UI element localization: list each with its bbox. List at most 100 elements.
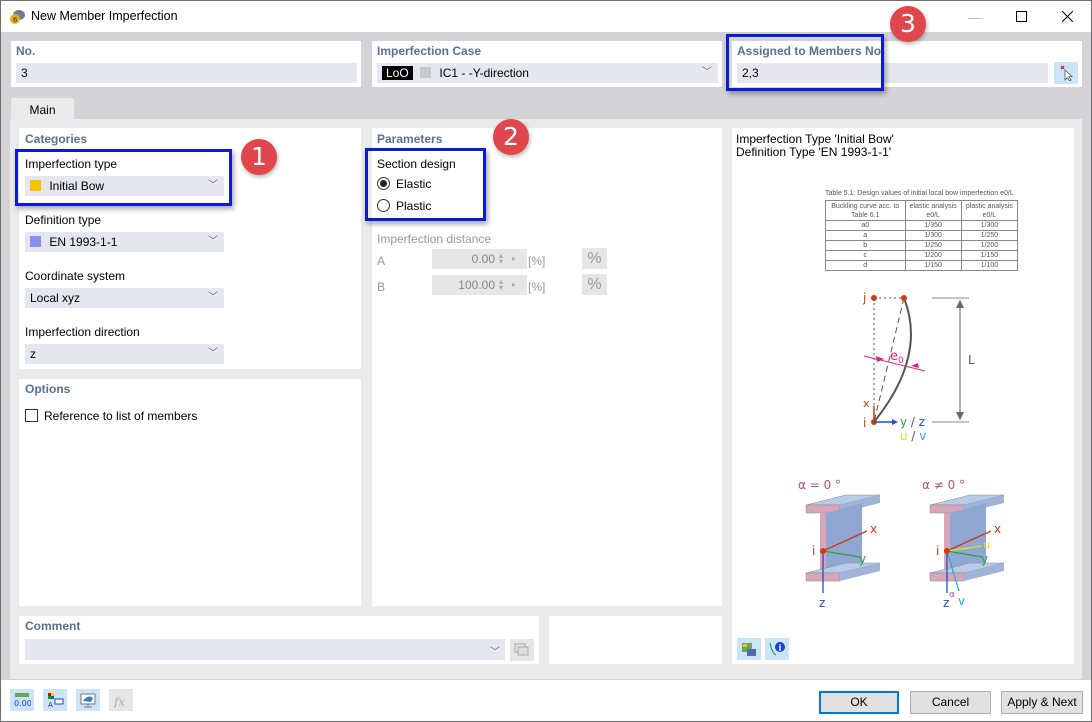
section-diagrams: α = 0 ° α ≠ 0 ° x y z i x u y z v α i [798, 478, 1005, 610]
table-cell: 1/150 [904, 260, 962, 271]
maximize-button[interactable] [998, 1, 1044, 32]
chevron-down-icon: ﹀ [208, 292, 218, 303]
imperfection-case-select[interactable]: LoO IC1 - -Y-direction ﹀ [377, 63, 718, 83]
axes-yz-label: y / z [900, 415, 925, 429]
svg-text:fx: fx [113, 695, 125, 708]
parameters-title: Parameters [377, 132, 443, 146]
comment-input[interactable] [25, 639, 505, 660]
spinner-icon: ▴ ▾ [499, 251, 504, 266]
table-cell: 1/200 [904, 250, 962, 261]
length-label: L [968, 353, 975, 367]
imperfection-direction-select[interactable]: z ﹀ [25, 344, 224, 364]
info-button[interactable]: i [765, 638, 789, 660]
table-cell: c [825, 250, 906, 261]
table-row: b 1/250 1/200 [825, 240, 1019, 251]
svg-text:i: i [779, 643, 782, 653]
no-input[interactable]: 3 [16, 63, 357, 83]
apply-next-button[interactable]: Apply & Next [1001, 691, 1083, 714]
table-header: Buckling curve acc. to Table 6.1 [825, 200, 906, 221]
ok-button[interactable]: OK [819, 691, 899, 714]
distance-a-unit: [%] [528, 254, 546, 268]
chevron-down-icon: ﹀ [208, 348, 218, 359]
imperfection-case-label: Imperfection Case [377, 44, 482, 58]
units-button[interactable]: 0.00 [10, 689, 34, 711]
units-icon: 0.00 [14, 693, 31, 708]
maximize-icon [1015, 11, 1027, 22]
cancel-button[interactable]: Cancel [910, 691, 991, 714]
alpha-zero-label: α = 0 ° [798, 478, 841, 492]
definition-type-swatch [30, 236, 41, 247]
table-row: d 1/150 1/100 [825, 260, 1019, 271]
select-members-button[interactable] [1054, 62, 1078, 84]
distance-b-label: B [377, 280, 386, 294]
svg-text:i: i [812, 544, 815, 558]
no-panel: No. 3 [11, 41, 361, 87]
svg-text:y: y [981, 552, 988, 566]
pick-cursor-icon [1060, 65, 1073, 81]
comment-panel: Comment ﹀ [19, 616, 539, 664]
close-button[interactable] [1044, 1, 1090, 32]
definition-type-value: EN 1993-1-1 [49, 235, 118, 249]
table-cell: 1/300 [904, 230, 962, 241]
annotation-box-section-design [365, 148, 486, 221]
imperfection-direction-value: z [30, 347, 36, 361]
view-button[interactable] [76, 689, 100, 711]
options-title: Options [25, 382, 71, 396]
table-header: plastic analysis e0/L [960, 200, 1019, 221]
alpha-nonzero-label: α ≠ 0 ° [922, 478, 965, 492]
distance-b-unit: [%] [528, 280, 546, 294]
svg-text:i: i [936, 544, 939, 558]
table-cell: b [825, 240, 906, 251]
table-row: a0 1/350 1/300 [825, 220, 1019, 231]
distance-b-percent-toggle[interactable]: % [582, 274, 607, 295]
minimize-button[interactable]: — [952, 1, 998, 32]
table-cell: 1/300 [960, 220, 1019, 231]
case-color-swatch [420, 67, 432, 78]
annotation-box-imperfection-type [15, 149, 232, 206]
table-row: c 1/200 1/150 [825, 250, 1019, 261]
table-cell: 1/250 [904, 240, 962, 251]
info-line-1: Imperfection Type 'Initial Bow' [736, 132, 894, 146]
annotation-badge-2: 2 [493, 119, 529, 155]
window-title: New Member Imperfection [31, 9, 178, 23]
chevron-down-icon: ﹀ [702, 67, 712, 78]
display-properties-button[interactable]: A [43, 689, 67, 711]
chevron-down-icon: ﹀ [208, 236, 218, 247]
svg-text:u: u [983, 538, 990, 551]
arrow-right-icon: ▸ [512, 254, 517, 263]
imperfection-case-panel: Imperfection Case LoO IC1 - -Y-direction… [372, 41, 722, 87]
reference-table: Buckling curve acc. to Table 6.1 elastic… [825, 200, 1019, 271]
comment-label: Comment [25, 619, 81, 633]
app-icon: 6 [10, 10, 25, 24]
table-header-row: Buckling curve acc. to Table 6.1 elastic… [825, 200, 1019, 221]
formula-button[interactable]: fx [109, 689, 133, 711]
distance-a-percent-toggle[interactable]: % [582, 248, 607, 269]
table-cell: d [825, 260, 906, 271]
table-cell: a [825, 230, 906, 241]
export-image-button[interactable] [737, 638, 761, 660]
info-panel: Imperfection Type 'Initial Bow' Definiti… [732, 128, 1074, 664]
arrow-right-icon: ▸ [512, 280, 517, 289]
categories-title: Categories [25, 132, 88, 146]
axis-x-label: x [863, 397, 870, 410]
info-line-2: Definition Type 'EN 1993-1-1' [736, 145, 892, 159]
axes-uv-label: u / v [900, 429, 926, 443]
svg-text:x: x [870, 522, 877, 536]
no-label: No. [16, 44, 36, 58]
definition-type-select[interactable]: EN 1993-1-1 ﹀ [25, 232, 224, 252]
reference-table-caption: Table 5.1: Design values of initial loca… [825, 190, 1014, 197]
options-panel: Options Reference to list of members [19, 379, 361, 606]
definition-type-label: Definition type [25, 213, 102, 227]
reference-to-list-checkbox[interactable] [25, 409, 38, 422]
comment-library-button[interactable] [510, 639, 534, 661]
node-i-label: i [863, 416, 866, 430]
annotation-badge-1: 1 [241, 139, 277, 175]
svg-text:y: y [859, 552, 866, 566]
svg-text:6: 6 [13, 16, 18, 24]
table-cell: 1/150 [960, 250, 1019, 261]
dialog-window: 6 New Member Imperfection — No. 3 Imperf… [0, 0, 1092, 722]
svg-text:v: v [958, 594, 965, 608]
coordinate-system-select[interactable]: Local xyz ﹀ [25, 288, 224, 308]
spinner-icon: ▴ ▾ [499, 277, 504, 292]
svg-text:0.00: 0.00 [14, 699, 31, 708]
